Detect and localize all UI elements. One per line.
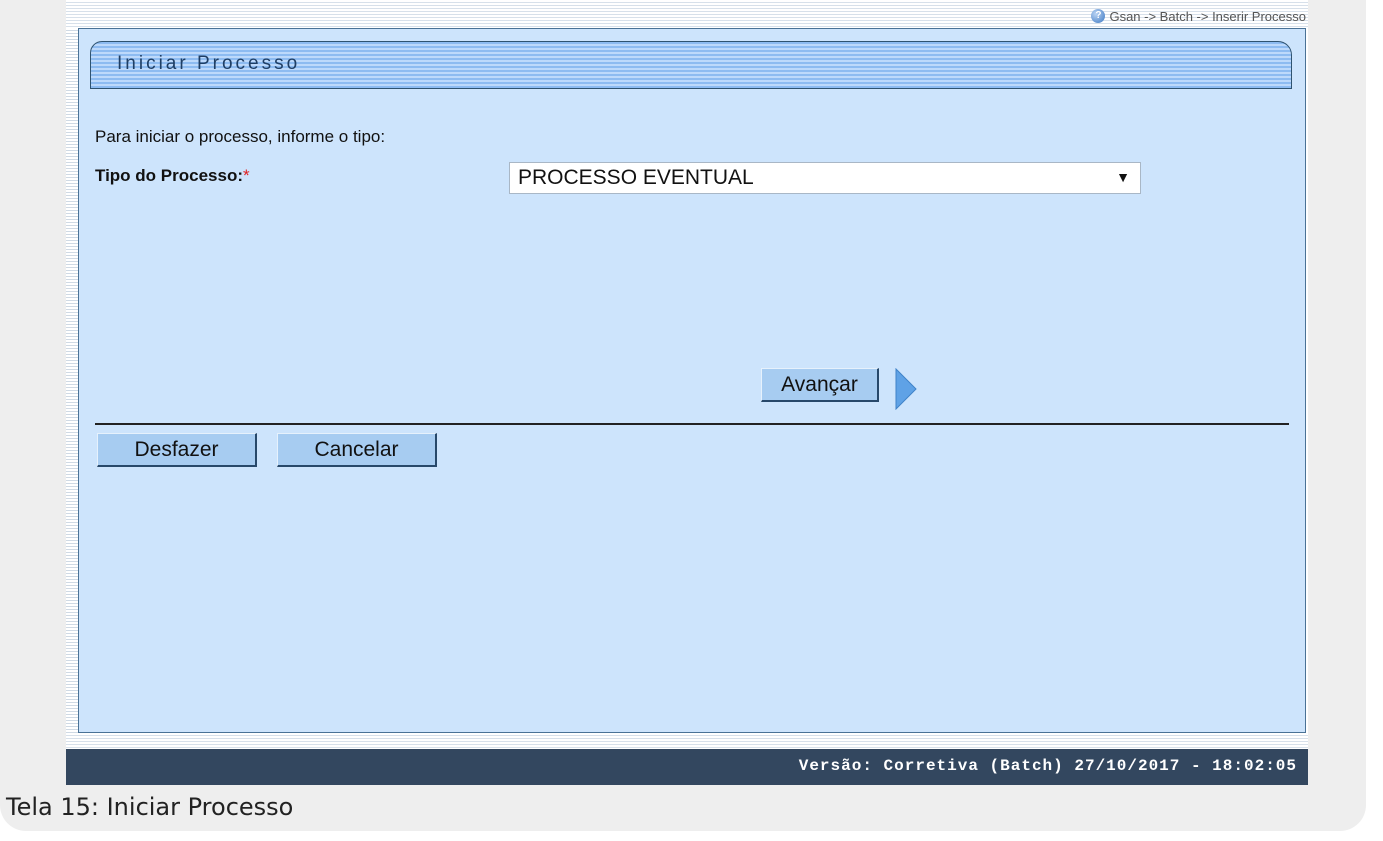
- page-title: Iniciar Processo: [117, 53, 301, 74]
- required-mark: *: [243, 166, 250, 185]
- tipo-processo-label: Tipo do Processo:*: [95, 166, 250, 186]
- avancar-button[interactable]: Avançar: [761, 368, 879, 402]
- figure-caption: Tela 15: Iniciar Processo: [6, 793, 294, 821]
- desfazer-button[interactable]: Desfazer: [97, 433, 257, 467]
- main-panel: Iniciar Processo Para iniciar o processo…: [78, 28, 1306, 733]
- left-stripe: [66, 28, 78, 734]
- dropdown-arrow-icon[interactable]: ▼: [1116, 169, 1130, 185]
- divider: [95, 423, 1289, 425]
- tipo-processo-select[interactable]: PROCESSO EVENTUAL ▼: [509, 162, 1141, 194]
- intro-text: Para iniciar o processo, informe o tipo:: [95, 127, 386, 146]
- cancelar-button[interactable]: Cancelar: [277, 433, 437, 467]
- footer-bar: Versão: Corretiva (Batch) 27/10/2017 - 1…: [66, 749, 1308, 785]
- breadcrumb: ? Gsan -> Batch -> Inserir Processo: [1091, 7, 1306, 25]
- tipo-processo-label-text: Tipo do Processo:: [95, 166, 243, 185]
- bottom-stripe: [66, 733, 1308, 749]
- breadcrumb-text: Gsan -> Batch -> Inserir Processo: [1109, 8, 1306, 24]
- panel-title-bar: Iniciar Processo: [90, 41, 1292, 89]
- version-text: Versão: Corretiva (Batch) 27/10/2017 - 1…: [798, 757, 1297, 775]
- tipo-processo-selected-value: PROCESSO EVENTUAL: [518, 166, 754, 189]
- help-icon[interactable]: ?: [1091, 9, 1106, 23]
- next-arrow-icon[interactable]: [894, 368, 918, 410]
